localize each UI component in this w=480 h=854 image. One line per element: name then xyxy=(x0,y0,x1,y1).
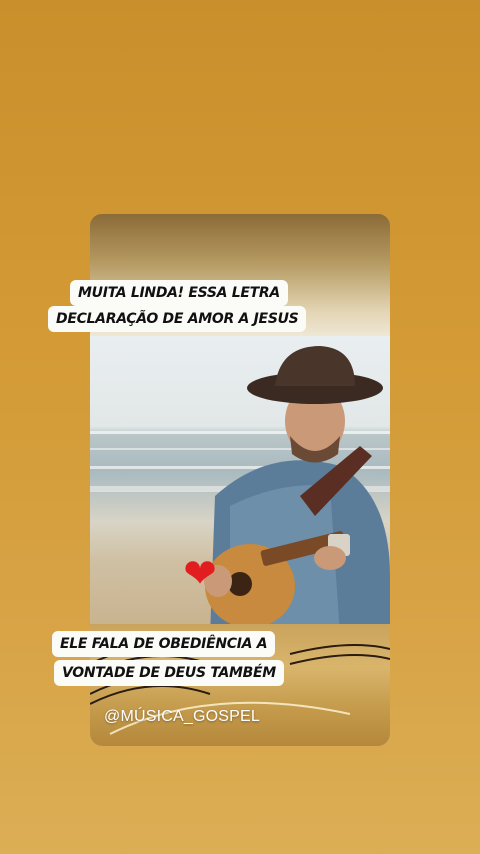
singer-illustration xyxy=(90,346,390,636)
caption-bottom-line-1: ELE FALA DE OBEDIÊNCIA A xyxy=(52,631,276,657)
watermark-handle: @MÚSICA_GOSPEL xyxy=(104,708,260,725)
caption-bottom-line-2: VONTADE DE DEUS TAMBÉM xyxy=(54,660,284,686)
caption-top-line-2: DECLARAÇÃO DE AMOR A JESUS xyxy=(48,306,307,332)
singer-photo: ❤ xyxy=(90,336,390,636)
heart-icon: ❤ xyxy=(183,551,217,597)
caption-top-line-1: MUITA LINDA! ESSA LETRA xyxy=(70,280,288,306)
